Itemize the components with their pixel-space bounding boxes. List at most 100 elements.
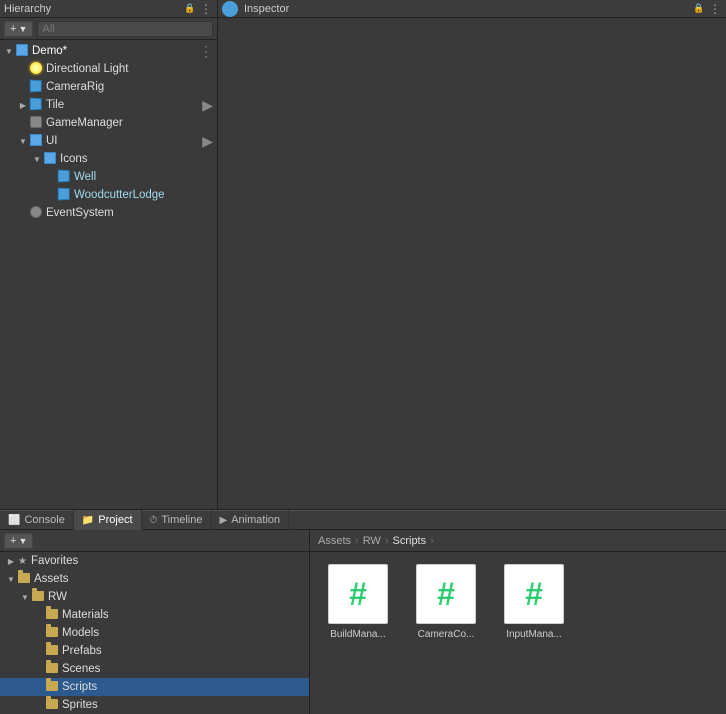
tree-arrow-icons[interactable] — [30, 152, 44, 166]
tree-item-tile[interactable]: Tile ▶ — [0, 96, 217, 114]
tab-animation-label: Animation — [231, 514, 280, 526]
sidebar-item-scripts[interactable]: Scripts — [0, 678, 309, 696]
tree-label-event-system: EventSystem — [46, 207, 114, 219]
cube-blue-icon — [16, 44, 30, 58]
tab-timeline[interactable]: ⏱ Timeline — [142, 510, 212, 530]
breadcrumb-sep-1: › — [355, 535, 359, 547]
sidebar-item-favorites[interactable]: ★ Favorites — [0, 552, 309, 570]
tree-label-icons: Icons — [60, 153, 88, 165]
cube-blue-icon-icons — [44, 152, 58, 166]
favorites-arrow — [4, 554, 18, 568]
scripts-folder-icon — [46, 680, 60, 694]
tree-label-demo: Demo* — [32, 45, 67, 57]
rw-arrow[interactable] — [18, 590, 32, 604]
sidebar-assets-label: Assets — [34, 573, 69, 585]
cube-icon-well — [58, 170, 72, 184]
breadcrumb-sep-3: › — [430, 535, 434, 547]
tree-more-demo[interactable]: ⋮ — [199, 43, 213, 60]
sidebar-scenes-label: Scenes — [62, 663, 100, 675]
project-main: Assets › RW › Scripts › # BuildMana... # — [310, 530, 726, 714]
tree-arrow-light — [16, 62, 30, 76]
tree-arrow-camera-rig — [16, 80, 30, 94]
inspector-lock-icon[interactable] — [692, 2, 706, 16]
breadcrumb-rw[interactable]: RW — [363, 535, 381, 547]
star-icon: ★ — [18, 556, 27, 567]
inspector-header: Inspector — [218, 0, 726, 18]
scenes-folder-icon — [46, 662, 60, 676]
hierarchy-content: Demo* ⋮ Directional Light CameraRig Tile — [0, 40, 217, 509]
script-hash-icon-camera: # — [437, 576, 455, 613]
tab-console[interactable]: ⬜ Console — [0, 510, 74, 530]
inspector-menu-icon[interactable] — [708, 2, 722, 16]
asset-label-input-manager: InputMana... — [506, 628, 562, 641]
asset-thumb-input-manager: # — [504, 564, 564, 624]
hierarchy-add-button[interactable]: + ▼ — [4, 21, 33, 37]
tree-arrow-tile[interactable] — [16, 98, 30, 112]
tree-arrow-ui[interactable] — [16, 134, 30, 148]
tree-item-camera-rig[interactable]: CameraRig — [0, 78, 217, 96]
tree-label-tile: Tile — [46, 99, 64, 111]
tree-item-game-manager[interactable]: GameManager — [0, 114, 217, 132]
materials-arrow — [32, 608, 46, 622]
hierarchy-panel: Hierarchy + ▼ Demo* ⋮ Directiona — [0, 0, 218, 509]
breadcrumb: Assets › RW › Scripts › — [310, 530, 726, 552]
sidebar-item-prefabs[interactable]: Prefabs — [0, 642, 309, 660]
breadcrumb-assets[interactable]: Assets — [318, 535, 351, 547]
prefabs-folder-icon — [46, 644, 60, 658]
folder-icon-tab: 📁 — [82, 515, 94, 526]
script-hash-icon-input: # — [525, 576, 543, 613]
sidebar-item-rw[interactable]: RW — [0, 588, 309, 606]
tree-label-ui: UI — [46, 135, 58, 147]
inspector-panel: Inspector — [218, 0, 726, 509]
tab-project-label: Project — [98, 514, 132, 526]
sidebar-prefabs-label: Prefabs — [62, 645, 102, 657]
assets-arrow[interactable] — [4, 572, 18, 586]
eventsys-icon — [30, 206, 44, 220]
hierarchy-toolbar: + ▼ — [0, 18, 217, 40]
inspector-header-icon — [222, 1, 238, 17]
sidebar-item-scenes[interactable]: Scenes — [0, 660, 309, 678]
tree-label-woodcutter-lodge: WoodcutterLodge — [74, 189, 165, 201]
tree-item-ui[interactable]: UI ▶ — [0, 132, 217, 150]
inspector-title: Inspector — [244, 3, 690, 15]
models-arrow — [32, 626, 46, 640]
hierarchy-menu-icon[interactable] — [199, 2, 213, 16]
tree-item-demo[interactable]: Demo* ⋮ — [0, 42, 217, 60]
script-hash-icon-build: # — [349, 576, 367, 613]
top-panel: Hierarchy + ▼ Demo* ⋮ Directiona — [0, 0, 726, 510]
tab-animation[interactable]: ▶ Animation — [212, 510, 290, 530]
tree-more-tile[interactable]: ▶ — [202, 97, 213, 114]
cube-icon-camera — [30, 80, 44, 94]
asset-item-camera-co[interactable]: # CameraCo... — [406, 560, 486, 645]
materials-folder-icon — [46, 608, 60, 622]
asset-item-build-manager[interactable]: # BuildMana... — [318, 560, 398, 645]
tree-more-ui[interactable]: ▶ — [202, 133, 213, 150]
tree-item-event-system[interactable]: EventSystem — [0, 204, 217, 222]
sidebar-scroll: ★ Favorites Assets RW — [0, 552, 309, 714]
sidebar-item-models[interactable]: Models — [0, 624, 309, 642]
hierarchy-title: Hierarchy — [4, 3, 181, 15]
breadcrumb-scripts[interactable]: Scripts — [393, 535, 427, 547]
tree-item-icons[interactable]: Icons — [0, 150, 217, 168]
asset-item-input-manager[interactable]: # InputMana... — [494, 560, 574, 645]
asset-label-camera-co: CameraCo... — [418, 628, 475, 641]
asset-thumb-build-manager: # — [328, 564, 388, 624]
tree-arrow-event-system — [16, 206, 30, 220]
tree-item-woodcutter-lodge[interactable]: WoodcutterLodge — [0, 186, 217, 204]
light-icon — [30, 62, 44, 76]
tab-project[interactable]: 📁 Project — [74, 510, 142, 530]
cube-blue-icon-ui — [30, 134, 44, 148]
project-add-button[interactable]: + ▼ — [4, 533, 33, 549]
assets-grid: # BuildMana... # CameraCo... # InputMana… — [310, 552, 726, 714]
sidebar-item-sprites[interactable]: Sprites — [0, 696, 309, 714]
prefabs-arrow — [32, 644, 46, 658]
hierarchy-header: Hierarchy — [0, 0, 217, 18]
tree-item-well[interactable]: Well — [0, 168, 217, 186]
hierarchy-lock-icon[interactable] — [183, 2, 197, 16]
tree-arrow-demo — [2, 44, 16, 58]
hierarchy-search-input[interactable] — [37, 21, 213, 37]
sidebar-item-materials[interactable]: Materials — [0, 606, 309, 624]
sidebar-item-assets[interactable]: Assets — [0, 570, 309, 588]
tree-arrow-woodcutter — [44, 188, 58, 202]
tree-item-directional-light[interactable]: Directional Light — [0, 60, 217, 78]
